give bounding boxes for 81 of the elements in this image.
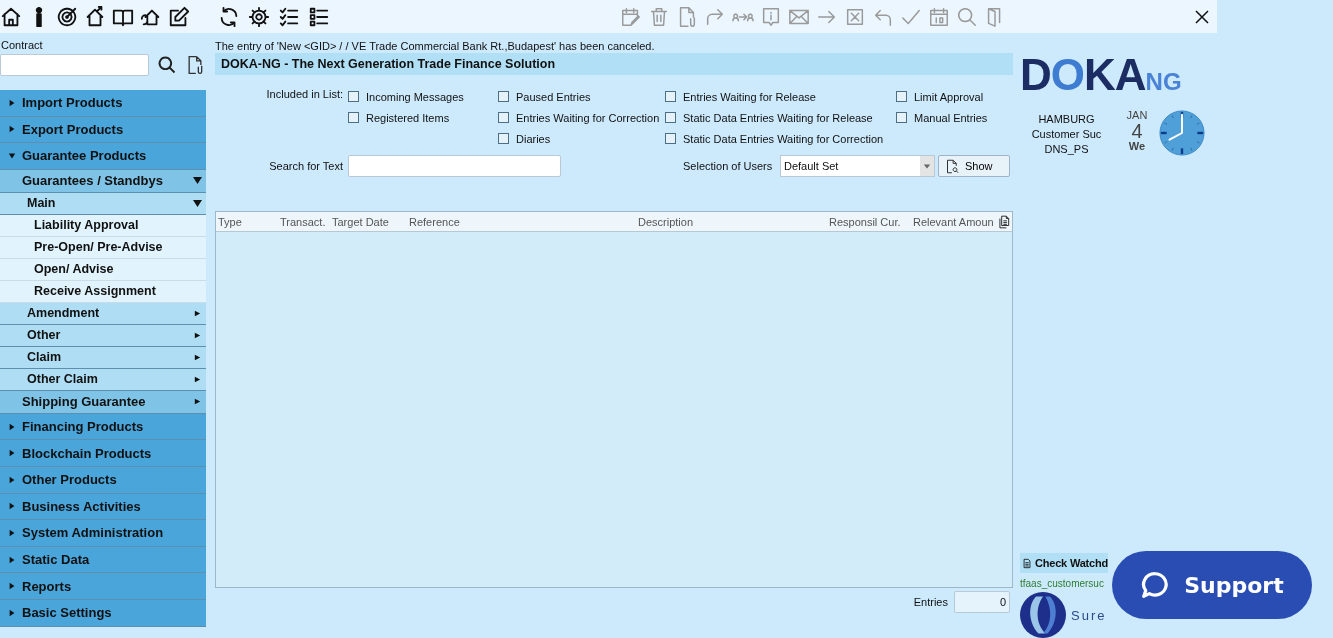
checkbox-option[interactable]: Registered Items	[348, 109, 498, 126]
column-header[interactable]: Responsil Cur.	[827, 215, 911, 228]
sidebar-item[interactable]: Guarantee Products	[0, 143, 206, 170]
checkbox-option[interactable]: Static Data Entries Waiting for Release	[665, 109, 896, 126]
calendar-edit-icon[interactable]	[620, 5, 642, 28]
list-icon[interactable]	[308, 5, 330, 28]
users-dropdown[interactable]: Default Set	[780, 155, 935, 177]
entries-count-field: 0	[954, 591, 1010, 613]
sidebar-item[interactable]: Other	[0, 324, 206, 347]
search-icon[interactable]	[157, 55, 177, 75]
info-text: DNS_PS	[1044, 143, 1089, 155]
copy-icon[interactable]	[997, 214, 1011, 229]
included-label: Included in List:	[265, 88, 344, 102]
calendar-icon[interactable]	[928, 5, 950, 28]
column-header[interactable]: Target Date	[330, 215, 407, 228]
page-title: DOKA-NG - The Next Generation Trade Finance Solution	[215, 53, 1013, 75]
brand-name: Sure	[1071, 607, 1107, 623]
sidebar-item[interactable]: Claim	[0, 346, 206, 369]
entries-label: Entries	[913, 596, 948, 608]
close-icon[interactable]	[1193, 7, 1211, 26]
checkbox-option[interactable]: Incoming Messages	[348, 88, 498, 105]
home-icon[interactable]	[0, 5, 22, 28]
column-header[interactable]: Transact.	[278, 215, 330, 228]
sidebar-item[interactable]: Pre-Open/ Pre-Advise	[0, 236, 206, 259]
sphere-logo-icon	[1020, 592, 1066, 638]
edit-icon[interactable]	[168, 5, 190, 28]
clock-icon	[1159, 110, 1205, 156]
checkbox-option[interactable]: Paused Entries	[498, 88, 665, 105]
search-field[interactable]	[348, 155, 561, 177]
date-day: 4	[1131, 121, 1143, 141]
checkbox-option[interactable]: Diaries	[498, 130, 665, 147]
sidebar-item[interactable]: Open/ Advise	[0, 258, 206, 281]
sidebar-item[interactable]: Export Products	[0, 116, 206, 144]
settings-icon[interactable]	[248, 5, 270, 28]
house-arrow-icon[interactable]	[84, 5, 106, 28]
chat-bubble-icon	[1140, 570, 1171, 600]
column-header[interactable]: Reference	[407, 215, 636, 228]
trash-icon[interactable]	[648, 5, 670, 28]
caret-down-icon[interactable]	[923, 162, 931, 170]
info-text: HAMBURG	[1038, 113, 1095, 125]
sidebar-item[interactable]: Liability Approval	[0, 214, 206, 237]
column-header[interactable]: Type	[216, 215, 278, 228]
checkbox-option[interactable]: Entries Waiting for Release	[665, 88, 896, 105]
checkbox-option[interactable]: Limit Approval	[896, 88, 1016, 105]
status-message: The entry of 'New <GID> / / VE Trade Commercial Bank Rt.,Budapest' has been canceled.	[215, 40, 656, 52]
checkbox-option[interactable]: Entries Waiting for Correction	[498, 109, 665, 126]
date-weekday: We	[1128, 141, 1146, 152]
checkbox-option[interactable]: Manual Entries	[896, 109, 1016, 126]
sidebar-item[interactable]: Static Data	[0, 546, 206, 574]
target-icon[interactable]	[56, 5, 78, 28]
info-text: Customer Suc	[1031, 128, 1102, 140]
sidebar-item[interactable]: Amendment	[0, 302, 206, 325]
sidebar-item[interactable]: Blockchain Products	[0, 440, 206, 467]
sidebar-item[interactable]: System Administration	[0, 520, 206, 547]
show-button[interactable]: Show	[938, 155, 1010, 177]
sidebar-item[interactable]: Business Activities	[0, 493, 206, 521]
date-month: JAN	[1126, 110, 1148, 121]
sidebar-item[interactable]: Other Claim	[0, 368, 206, 391]
sidebar-item[interactable]: Receive Assignment	[0, 280, 206, 303]
document-search-icon	[945, 158, 960, 174]
info-bubble-icon[interactable]	[760, 5, 782, 28]
contract-label: Contract	[1, 39, 44, 51]
sidebar-item[interactable]: Other Products	[0, 466, 206, 494]
sidebar-item[interactable]: Shipping Guarantee	[0, 390, 206, 414]
users-label: Selection of Users	[683, 160, 774, 172]
sidebar-item[interactable]: Financing Products	[0, 413, 206, 441]
search-label: Search for Text	[268, 160, 344, 172]
column-header[interactable]: Description	[636, 215, 827, 228]
logo: DOKANG	[1020, 53, 1183, 101]
refresh-icon[interactable]	[218, 5, 240, 28]
sidebar-item[interactable]: Guarantees / Standbys	[0, 169, 206, 193]
checklist-icon[interactable]	[278, 5, 300, 28]
checkbox-option[interactable]: Static Data Entries Waiting for Correction	[665, 130, 896, 147]
sidebar-item[interactable]: Basic Settings	[0, 599, 206, 627]
sidebar-item[interactable]: Main	[0, 192, 206, 215]
contract-field[interactable]	[0, 54, 149, 76]
column-header[interactable]: Relevant Amoun	[911, 215, 995, 228]
watchdog-header[interactable]: Check Watchd	[1020, 553, 1108, 573]
support-button[interactable]: Support	[1112, 551, 1312, 619]
sidebar-item[interactable]: Reports	[0, 573, 206, 600]
sidebar-item[interactable]: Import Products	[0, 90, 206, 117]
